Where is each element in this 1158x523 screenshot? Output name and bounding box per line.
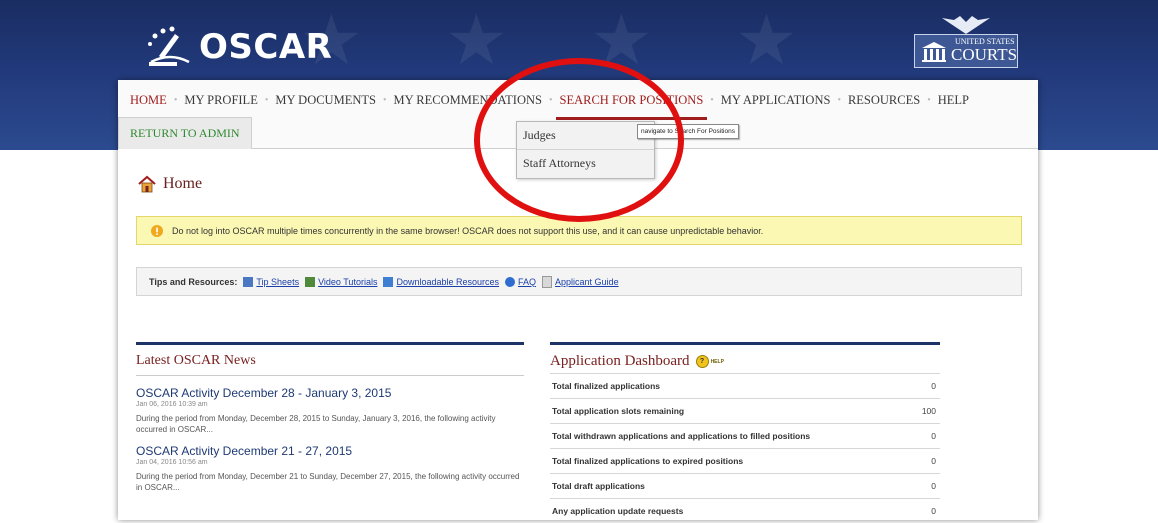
nav-item-my-documents[interactable]: MY DOCUMENTS bbox=[275, 93, 376, 108]
nav-item-my-profile[interactable]: MY PROFILE bbox=[184, 93, 258, 108]
news-item: OSCAR Activity December 21 - 27, 2015 Ja… bbox=[136, 444, 524, 493]
nav-item-my-applications[interactable]: MY APPLICATIONS bbox=[721, 93, 831, 108]
nav-item-help[interactable]: HELP bbox=[938, 93, 969, 108]
news-date: Jan 04, 2016 10:56 am bbox=[136, 459, 208, 466]
tips-label: Tips and Resources: bbox=[149, 276, 238, 287]
courthouse-icon bbox=[922, 42, 946, 62]
dashboard-row-value: 0 bbox=[931, 456, 936, 466]
dashboard-row: Total draft applications 0 bbox=[550, 473, 940, 498]
news-top-rule bbox=[136, 342, 524, 345]
warning-text: Do not log into OSCAR multiple times con… bbox=[172, 225, 764, 236]
return-to-admin-tab[interactable]: RETURN TO ADMIN bbox=[118, 117, 252, 149]
news-item: OSCAR Activity December 28 - January 3, … bbox=[136, 386, 524, 435]
applicant-guide-link[interactable]: Applicant Guide bbox=[555, 277, 619, 287]
dashboard-help-button[interactable]: ? HELP bbox=[695, 355, 724, 368]
news-date: Jan 06, 2016 10:39 am bbox=[136, 401, 208, 408]
news-divider bbox=[136, 375, 524, 376]
dashboard-title: Application Dashboard bbox=[550, 353, 690, 369]
help-label: HELP bbox=[710, 358, 724, 365]
faq-info-icon bbox=[505, 276, 516, 287]
app-name: OSCAR bbox=[199, 27, 333, 67]
dashboard-table: Total finalized applications 0 Total app… bbox=[550, 373, 940, 523]
downloadable-resources-icon bbox=[383, 276, 394, 287]
house-icon bbox=[138, 175, 156, 193]
dashboard-row-value: 0 bbox=[931, 381, 936, 391]
faq-link[interactable]: FAQ bbox=[518, 277, 536, 287]
dashboard-row: Total application slots remaining 100 bbox=[550, 398, 940, 423]
video-tutorials-icon bbox=[305, 276, 316, 287]
eagle-icon bbox=[942, 16, 990, 34]
dashboard-row-value: 0 bbox=[931, 481, 936, 491]
nav-separator: • bbox=[710, 95, 714, 106]
united-states-courts-logo[interactable]: UNITED STATES COURTS bbox=[912, 14, 1020, 68]
nav-item-home[interactable]: HOME bbox=[130, 93, 167, 108]
warning-icon bbox=[151, 224, 163, 237]
dashboard-row-label: Total finalized applications bbox=[552, 381, 660, 391]
applicant-guide-icon bbox=[542, 275, 553, 288]
dashboard-row-value: 100 bbox=[921, 406, 936, 416]
nav-separator: • bbox=[173, 95, 178, 106]
courts-badge: UNITED STATES COURTS bbox=[914, 34, 1018, 68]
latest-news-section: Latest OSCAR News OSCAR Activity Decembe… bbox=[136, 342, 524, 493]
news-headline[interactable]: OSCAR Activity December 28 - January 3, … bbox=[136, 386, 524, 400]
dashboard-row-value: 0 bbox=[931, 431, 936, 441]
dashboard-top-rule bbox=[550, 342, 940, 345]
page-heading: Home bbox=[138, 175, 202, 193]
nav-item-resources[interactable]: RESOURCES bbox=[848, 93, 920, 108]
news-section-title: Latest OSCAR News bbox=[136, 353, 256, 368]
dashboard-row: Any application update requests 0 bbox=[550, 498, 940, 523]
nav-separator: • bbox=[382, 95, 387, 106]
justice-scales-icon bbox=[148, 26, 190, 66]
video-tutorials-link[interactable]: Video Tutorials bbox=[318, 277, 377, 287]
dashboard-row: Total finalized applications to expired … bbox=[550, 448, 940, 473]
downloadable-resources-link[interactable]: Downloadable Resources bbox=[396, 277, 499, 287]
tip-sheets-link[interactable]: Tip Sheets bbox=[256, 277, 299, 287]
courts-line2: COURTS bbox=[951, 45, 1018, 64]
dashboard-row-label: Total finalized applications to expired … bbox=[552, 456, 744, 466]
nav-separator: • bbox=[264, 95, 269, 106]
dashboard-row: Total finalized applications 0 bbox=[550, 373, 940, 398]
news-headline[interactable]: OSCAR Activity December 21 - 27, 2015 bbox=[136, 444, 524, 458]
tips-and-resources-bar: Tips and Resources: Tip Sheets Video Tut… bbox=[136, 267, 1022, 296]
dashboard-row-label: Total draft applications bbox=[552, 481, 645, 491]
news-body: During the period from Monday, December … bbox=[136, 414, 496, 434]
red-annotation-circle bbox=[474, 58, 684, 222]
page-title: Home bbox=[163, 175, 203, 192]
tip-sheets-icon bbox=[243, 276, 254, 287]
news-body: During the period from Monday, December … bbox=[136, 472, 520, 492]
nav-separator: • bbox=[927, 95, 931, 106]
nav-separator: • bbox=[837, 95, 841, 106]
help-icon: ? bbox=[695, 355, 709, 368]
application-dashboard: Application Dashboard ? HELP Total final… bbox=[550, 342, 940, 523]
dashboard-row-label: Total application slots remaining bbox=[552, 406, 685, 416]
dashboard-row-label: Total withdrawn applications and applica… bbox=[552, 431, 811, 441]
dashboard-row: Total withdrawn applications and applica… bbox=[550, 423, 940, 448]
dashboard-header: Application Dashboard ? HELP bbox=[550, 353, 940, 370]
oscar-logo[interactable]: OSCAR bbox=[145, 26, 332, 68]
